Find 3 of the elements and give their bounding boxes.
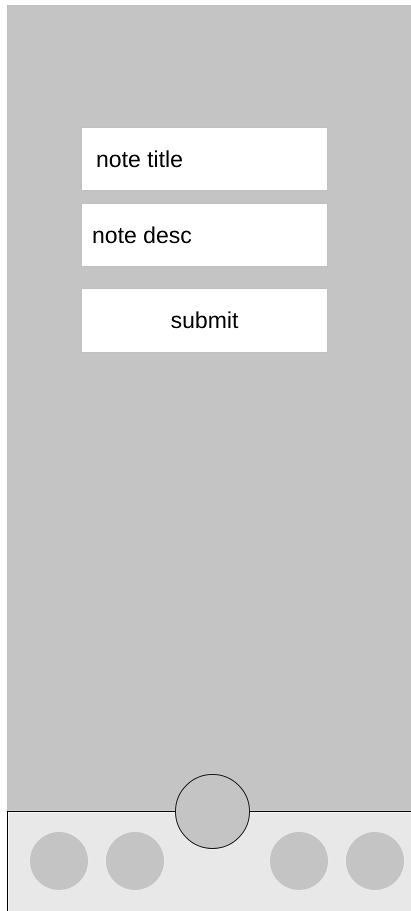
- submit-button[interactable]: submit: [82, 289, 327, 352]
- input-field[interactable]: note title: [82, 128, 327, 190]
- input-field[interactable]: note desc: [82, 204, 327, 266]
